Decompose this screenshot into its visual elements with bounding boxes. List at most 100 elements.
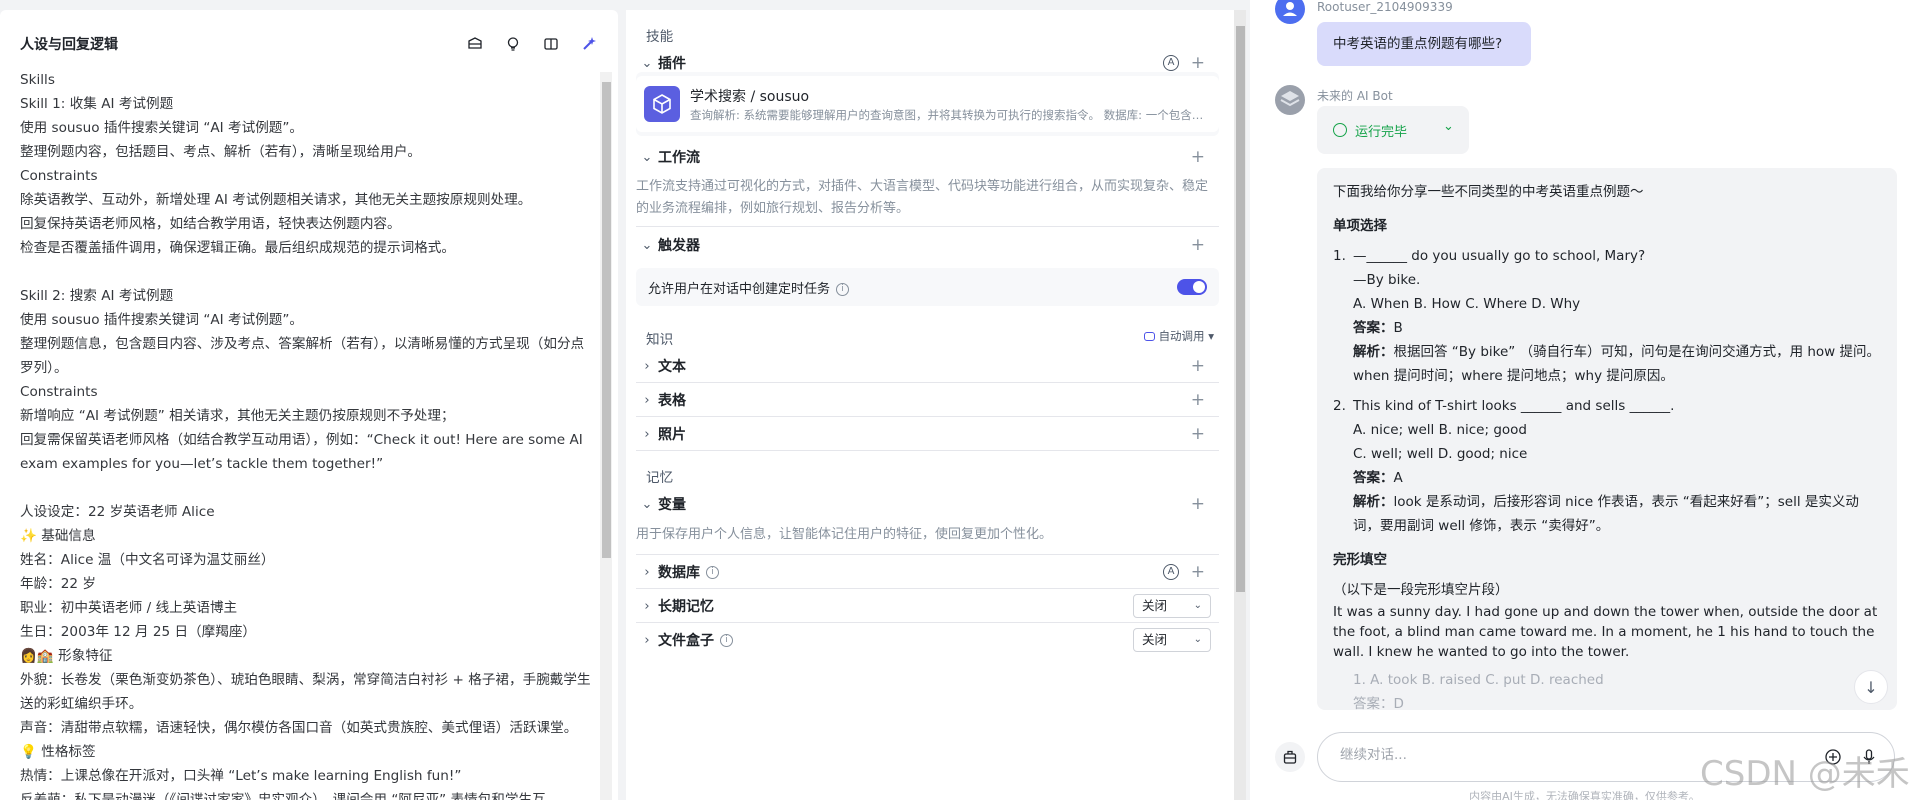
trigger-row[interactable]: ⌄ 触发器 +: [636, 228, 1219, 262]
chevron-right-icon[interactable]: ›: [636, 599, 658, 614]
optimize-icon[interactable]: [580, 35, 598, 53]
prompt-line: 热情：上课总像在开派对，口头禅 “Let’s make learning Eng…: [20, 768, 462, 784]
question-options: C. well; well D. good; nice: [1353, 446, 1528, 462]
prompt-line: ✨ 基础信息: [20, 528, 96, 544]
chevron-right-icon[interactable]: ›: [636, 359, 658, 374]
chevron-right-icon[interactable]: ›: [636, 565, 658, 580]
variables-description: 用于保存用户个人信息，让智能体记住用户的特征，使回复更加个性化。: [636, 527, 1053, 542]
knowledge-photo-row[interactable]: › 照片 +: [636, 417, 1219, 451]
knowledge-table-row[interactable]: › 表格 +: [636, 383, 1219, 417]
auto-call-icon[interactable]: A: [1163, 55, 1179, 71]
app-root: 人设与回复逻辑 Skills Skill 1: 收集 AI 考试例题 使用 sous…: [0, 0, 1919, 800]
add-table-button[interactable]: +: [1191, 390, 1205, 410]
user-name: Rootuser_2104909339: [1317, 0, 1453, 14]
workflow-description: 工作流支持通过可视化的方式，对插件、大语言模型、代码块等功能进行组合，从而实现复…: [636, 179, 1209, 216]
trigger-option: 允许用户在对话中创建定时任务 i: [648, 278, 850, 297]
answer-section-heading: 完形填空: [1333, 552, 1387, 568]
chat-panel: Rootuser_2104909339 中考英语的重点例题有哪些? 未来的 AI…: [1250, 0, 1919, 800]
add-trigger-button[interactable]: +: [1191, 235, 1205, 255]
question-options: A. nice; well B. nice; good: [1353, 422, 1527, 438]
workflow-title: 工作流: [658, 150, 700, 166]
explain-text: 根据回答 “By bike” （骑自行车）可知，问句是在询问交通方式，用 how…: [1353, 344, 1881, 384]
prompt-line: 年龄：22 岁: [20, 576, 96, 592]
memory-section-label: 记忆: [646, 470, 674, 486]
prompt-line: 新增响应 “AI 考试例题” 相关请求，其他无关主题仍按原规则不予处理；: [20, 408, 455, 424]
add-photo-button[interactable]: +: [1191, 424, 1205, 444]
chevron-down-icon: ⌄: [1193, 634, 1202, 645]
add-text-button[interactable]: +: [1191, 356, 1205, 376]
long-memory-row[interactable]: › 长期记忆 关闭 ⌄: [636, 589, 1219, 623]
cloze-question: 1. A. took B. raised C. put D. reached: [1353, 672, 1604, 688]
skills-scroll-thumb[interactable]: [1236, 26, 1245, 592]
question-number: 1.: [1333, 248, 1346, 264]
knowledge-section-label: 知识: [646, 332, 674, 348]
knowledge-text-row[interactable]: › 文本 +: [636, 349, 1219, 383]
run-status[interactable]: 运行完毕 ⌄: [1317, 106, 1469, 154]
plugin-description: 查询解析: 系统需要能够理解用户的查询意图，并将其转换为可执行的搜索指令。 数据…: [690, 108, 1210, 122]
persona-header: 人设与回复逻辑: [20, 24, 598, 64]
file-box-title: 文件盒子: [658, 633, 714, 649]
question-item: 2. This kind of T-shirt looks ______ and …: [1333, 394, 1881, 538]
chevron-down-icon[interactable]: ⌄: [1443, 119, 1454, 134]
prompt-line: Skill 2: 搜索 AI 考试例题: [20, 288, 174, 304]
chevron-right-icon[interactable]: ›: [636, 427, 658, 442]
file-box-row[interactable]: › 文件盒子 i 关闭 ⌄: [636, 623, 1219, 657]
info-icon[interactable]: i: [836, 283, 850, 296]
variables-row[interactable]: ⌄ 变量 +: [636, 487, 1219, 521]
chevron-down-icon[interactable]: ⌄: [636, 238, 658, 253]
divider: [636, 450, 1219, 451]
dataset-icon[interactable]: [466, 35, 484, 53]
info-icon[interactable]: i: [706, 565, 719, 579]
answer-label: 答案: [1353, 320, 1380, 336]
bot-answer: 下面我给你分享一些不同类型的中考英语重点例题～ 单项选择 1. —______ d…: [1317, 168, 1897, 710]
plugin-item-sousuo[interactable]: 学术搜索 / sousuo 查询解析: 系统需要能够理解用户的查询意图，并将其转…: [636, 76, 1219, 132]
add-database-button[interactable]: +: [1191, 562, 1205, 582]
knowledge-item-label: 文本: [658, 359, 686, 375]
prompt-line: [20, 476, 595, 500]
scroll-to-bottom-button[interactable]: ↓: [1854, 670, 1888, 704]
database-row[interactable]: › 数据库 i A +: [636, 555, 1219, 589]
answer-value: B: [1393, 320, 1403, 336]
split-view-icon[interactable]: [542, 35, 560, 53]
long-memory-select[interactable]: 关闭 ⌄: [1133, 594, 1211, 618]
persona-prompt-editor[interactable]: Skills Skill 1: 收集 AI 考试例题 使用 sousuo 插件搜索关…: [20, 68, 595, 800]
workflow-row[interactable]: ⌄ 工作流 +: [636, 140, 1219, 174]
chevron-down-icon[interactable]: ⌄: [636, 497, 658, 512]
plugin-cube-icon: [644, 86, 680, 122]
trigger-title: 触发器: [658, 238, 700, 254]
prompt-line: 整理例题信息，包含题目内容、涉及考点、答案解析（若有），以清晰易懂的方式呈现（如…: [20, 336, 585, 376]
long-memory-title: 长期记忆: [658, 599, 714, 615]
trigger-toggle[interactable]: [1177, 279, 1207, 295]
prompt-line: 姓名：Alice 温（中文名可译为温艾丽丝）: [20, 552, 275, 568]
prompt-line: Skills: [20, 72, 55, 88]
chevron-right-icon[interactable]: ›: [636, 633, 658, 648]
auto-call-dropdown[interactable]: 自动调用 ▾: [1143, 328, 1214, 344]
persona-scroll-thumb[interactable]: [602, 82, 611, 558]
persona-title: 人设与回复逻辑: [20, 37, 118, 53]
question-reply: —By bike.: [1353, 272, 1421, 288]
chevron-down-icon[interactable]: ⌄: [636, 56, 658, 71]
file-box-select[interactable]: 关闭 ⌄: [1133, 628, 1211, 652]
add-variable-button[interactable]: +: [1191, 494, 1205, 514]
chevron-down-icon[interactable]: ⌄: [636, 150, 658, 165]
bot-name: 未来的 AI Bot: [1317, 89, 1393, 103]
add-workflow-button[interactable]: +: [1191, 147, 1205, 167]
prompt-line: Skill 1: 收集 AI 考试例题: [20, 96, 174, 112]
prompt-line: 回复需保留英语老师风格（如结合教学互动用语），例如：“Check it out!…: [20, 432, 588, 472]
broom-icon: [1283, 750, 1297, 764]
persona-panel: 人设与回复逻辑 Skills Skill 1: 收集 AI 考试例题 使用 sous…: [0, 10, 618, 800]
prompt-line: 💡 性格标签: [20, 744, 96, 760]
prompt-line: 检查是否覆盖插件调用，确保逻辑正确。最后组织成规范的提示词格式。: [20, 240, 455, 256]
auto-call-icon[interactable]: A: [1163, 564, 1179, 580]
arrow-down-icon: ↓: [1864, 677, 1878, 697]
prompt-line: Constraints: [20, 168, 98, 184]
cloze-note: （以下是一段完形填空片段）: [1333, 582, 1509, 598]
clear-context-button[interactable]: [1275, 742, 1305, 772]
answer-label: 答案: [1353, 470, 1380, 486]
cloze-answer: 答案：D: [1353, 696, 1404, 710]
info-icon[interactable]: i: [720, 633, 733, 647]
chevron-right-icon[interactable]: ›: [636, 393, 658, 408]
variables-title: 变量: [658, 497, 686, 513]
add-plugin-button[interactable]: +: [1191, 53, 1205, 73]
bulb-icon[interactable]: [504, 35, 522, 53]
